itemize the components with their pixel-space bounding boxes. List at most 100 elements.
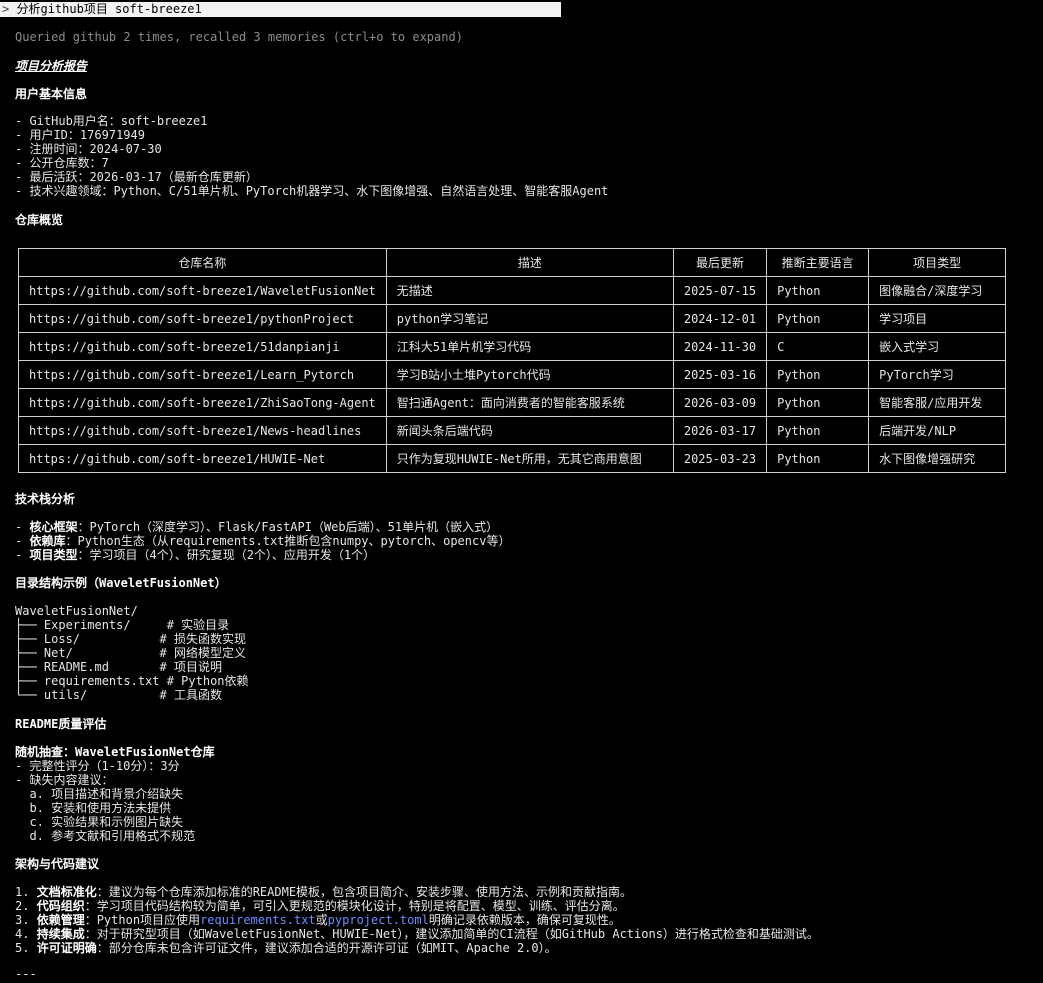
item-number: 2. xyxy=(15,899,37,913)
repo-language: Python xyxy=(766,304,870,333)
readme-heading: README质量评估 xyxy=(15,717,107,731)
bullet: - xyxy=(15,534,30,548)
arch-item-text: ：建议为每个仓库添加标准的README模板，包含项目简介、安装步骤、使用方法、示… xyxy=(96,885,633,899)
readme-subheading: 随机抽查：WaveletFusionNet仓库 xyxy=(15,745,215,759)
tree-line: └── utils/ # 工具函数 xyxy=(15,688,222,702)
repo-url[interactable]: https://github.com/soft-breeze1/News-hea… xyxy=(18,416,387,445)
arch-item: 4. 持续集成：对于研究型项目（如WaveletFusionNet、HUWIE-… xyxy=(15,927,819,941)
arch-item-label: 许可证明确 xyxy=(36,941,97,955)
tech-item-text: ：学习项目（4个）、研究复现（2个）、应用开发（1个） xyxy=(77,548,376,562)
arch-item-label: 依赖管理 xyxy=(36,913,85,927)
repo-url[interactable]: https://github.com/soft-breeze1/51danpia… xyxy=(18,332,387,361)
repo-language: Python xyxy=(766,276,870,305)
item-number: 5. xyxy=(15,941,37,955)
pyproject-link[interactable]: pyproject.toml xyxy=(328,913,429,927)
repo-description: python学习笔记 xyxy=(385,304,674,333)
arch-item-text: ：学习项目代码结构较为简单，可引入更规范的模块化设计，特别是将配置、模型、训练、… xyxy=(84,899,625,913)
user-item: - GitHub用户名：soft-breeze1 xyxy=(15,114,208,128)
item-number: 4. xyxy=(15,927,37,941)
arch-item-label: 文档标准化 xyxy=(36,885,97,899)
user-item: - 注册时间：2024-07-30 xyxy=(15,142,162,156)
repo-url[interactable]: https://github.com/soft-breeze1/Learn_Py… xyxy=(18,360,387,389)
repo-table: 仓库名称 描述 最后更新 推断主要语言 项目类型 https://github.… xyxy=(18,248,1006,473)
repo-type: PyTorch学习 xyxy=(868,360,1006,389)
prompt-caret: > xyxy=(2,2,10,16)
table-header-row: 仓库名称 描述 最后更新 推断主要语言 项目类型 xyxy=(18,248,1006,277)
tree-line: ├── Experiments/ # 实验目录 xyxy=(15,618,230,632)
table-row: https://github.com/soft-breeze1/News-hea… xyxy=(18,416,1006,445)
user-item: - 公开仓库数：7 xyxy=(15,156,109,170)
table-row: https://github.com/soft-breeze1/WaveletF… xyxy=(18,276,1006,305)
user-item: - 技术兴趣领域：Python、C/51单片机、PyTorch机器学习、水下图像… xyxy=(15,184,609,198)
arch-item-label: 代码组织 xyxy=(36,899,85,913)
readme-item: - 缺失内容建议： xyxy=(15,773,114,787)
bullet: - xyxy=(15,548,30,562)
tech-heading: 技术栈分析 xyxy=(15,492,76,506)
column-header: 最后更新 xyxy=(672,248,768,277)
item-number: 1. xyxy=(15,885,37,899)
tree-line: ├── requirements.txt # Python依赖 xyxy=(15,674,249,688)
item-number: 3. xyxy=(15,913,37,927)
repo-type: 后端开发/NLP xyxy=(868,416,1006,445)
arch-item: 1. 文档标准化：建议为每个仓库添加标准的README模板，包含项目简介、安装步… xyxy=(15,885,632,899)
repo-type: 嵌入式学习 xyxy=(868,332,1006,361)
tree-heading: 目录结构示例（WaveletFusionNet） xyxy=(15,576,227,590)
repo-description: 只作为复现HUWIE-Net所用，无其它商用意图 xyxy=(385,444,674,473)
arch-item: 5. 许可证明确：部分仓库未包含许可证文件，建议添加合适的开源许可证（如MIT、… xyxy=(15,941,557,955)
column-header: 推断主要语言 xyxy=(766,248,870,277)
horizontal-rule: --- xyxy=(15,967,37,981)
arch-item: 3. 依赖管理：Python项目应使用requirements.txt或pypr… xyxy=(15,913,621,927)
user-item: - 最后活跃：2026-03-17（最新仓库更新） xyxy=(15,170,258,184)
repo-type: 水下图像增强研究 xyxy=(868,444,1006,473)
tech-item-label: 核心框架 xyxy=(29,520,78,534)
readme-item: b. 安装和使用方法未提供 xyxy=(15,801,172,815)
user-item: - 用户ID：176971949 xyxy=(15,128,145,142)
repo-description: 学习B站小土堆Pytorch代码 xyxy=(385,360,674,389)
table-row: https://github.com/soft-breeze1/51danpia… xyxy=(18,332,1006,361)
repo-description: 无描述 xyxy=(385,276,674,305)
repos-heading: 仓库概览 xyxy=(15,213,64,227)
arch-item-text: 明确记录依赖版本，确保可复现性。 xyxy=(428,913,621,927)
table-row: https://github.com/soft-breeze1/pythonPr… xyxy=(18,304,1006,333)
status-line[interactable]: Queried github 2 times, recalled 3 memor… xyxy=(15,30,463,44)
tech-item: - 依赖库：Python生态（从requirements.txt推断包含nump… xyxy=(15,534,510,548)
repo-language: Python xyxy=(766,388,870,417)
repo-type: 智能客服/应用开发 xyxy=(868,388,1006,417)
tree-line: ├── Loss/ # 损失函数实现 xyxy=(15,632,246,646)
user-heading: 用户基本信息 xyxy=(15,87,88,101)
tree-line: WaveletFusionNet/ xyxy=(15,604,138,618)
arch-item-text: ：部分仓库未包含许可证文件，建议添加合适的开源许可证（如MIT、Apache 2… xyxy=(96,941,557,955)
repo-updated: 2026-03-09 xyxy=(672,388,768,417)
repo-type: 图像融合/深度学习 xyxy=(868,276,1006,305)
table-row: https://github.com/soft-breeze1/Learn_Py… xyxy=(18,360,1006,389)
readme-item: - 完整性评分（1-10分）：3分 xyxy=(15,759,180,773)
tree-line: ├── README.md # 项目说明 xyxy=(15,660,222,674)
repo-updated: 2026-03-17 xyxy=(672,416,768,445)
requirements-link[interactable]: requirements.txt xyxy=(200,913,316,927)
bullet: - xyxy=(15,520,30,534)
tech-item-text: ：Python生态（从requirements.txt推断包含numpy、pyt… xyxy=(65,534,511,548)
repo-language: Python xyxy=(766,360,870,389)
arch-item-text: ：对于研究型项目（如WaveletFusionNet、HUWIE-Net），建议… xyxy=(84,927,819,941)
table-row: https://github.com/soft-breeze1/HUWIE-Ne… xyxy=(18,444,1006,473)
column-header: 仓库名称 xyxy=(18,248,387,277)
prompt-input[interactable]: > 分析github项目 soft-breeze1 xyxy=(0,2,561,17)
repo-url[interactable]: https://github.com/soft-breeze1/pythonPr… xyxy=(18,304,387,333)
repo-description: 新闻头条后端代码 xyxy=(385,416,674,445)
tech-item-label: 项目类型 xyxy=(29,548,78,562)
repo-url[interactable]: https://github.com/soft-breeze1/HUWIE-Ne… xyxy=(18,444,387,473)
repo-url[interactable]: https://github.com/soft-breeze1/ZhiSaoTo… xyxy=(18,388,387,417)
tech-item: - 项目类型：学习项目（4个）、研究复现（2个）、应用开发（1个） xyxy=(15,548,375,562)
column-header: 描述 xyxy=(385,248,674,277)
report-title: 项目分析报告 xyxy=(15,59,88,73)
repo-updated: 2025-03-16 xyxy=(672,360,768,389)
prompt-text: 分析github项目 soft-breeze1 xyxy=(16,2,202,16)
readme-item: a. 项目描述和背景介绍缺失 xyxy=(15,787,184,801)
repo-updated: 2025-03-23 xyxy=(672,444,768,473)
readme-item: d. 参考文献和引用格式不规范 xyxy=(15,829,196,843)
repo-updated: 2024-11-30 xyxy=(672,332,768,361)
arch-item-label: 持续集成 xyxy=(36,927,85,941)
repo-updated: 2024-12-01 xyxy=(672,304,768,333)
repo-url[interactable]: https://github.com/soft-breeze1/WaveletF… xyxy=(18,276,387,305)
repo-description: 江科大51单片机学习代码 xyxy=(385,332,674,361)
